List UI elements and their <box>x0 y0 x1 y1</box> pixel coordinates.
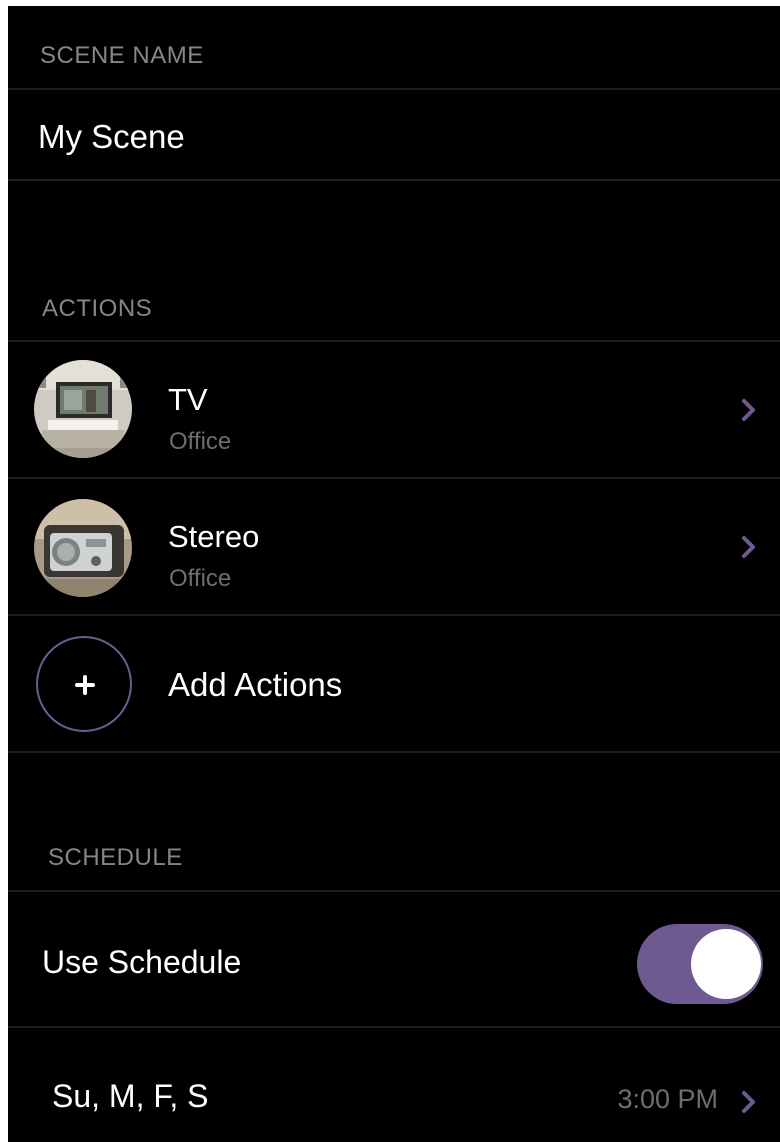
action-room: Office <box>169 428 232 455</box>
section-label-schedule: SCHEDULE <box>48 844 183 871</box>
chevron-right-icon <box>742 536 755 558</box>
scene-editor-screen: SCENE NAME My Scene ACTIONS TV Office St… <box>8 6 780 1142</box>
section-label-scene-name: SCENE NAME <box>40 42 204 69</box>
tv-thumbnail-icon <box>34 360 132 458</box>
use-schedule-label: Use Schedule <box>42 944 242 980</box>
plus-icon <box>36 636 132 732</box>
action-row-tv[interactable]: TV Office <box>8 342 780 478</box>
use-schedule-toggle[interactable] <box>637 924 763 1004</box>
toggle-knob <box>691 929 761 999</box>
scene-name-field[interactable]: My Scene <box>8 90 780 180</box>
schedule-time: 3:00 PM <box>617 1084 718 1114</box>
section-label-actions: ACTIONS <box>42 295 153 322</box>
stereo-thumbnail-icon <box>34 499 132 597</box>
add-actions-button[interactable]: Add Actions <box>8 616 780 752</box>
schedule-days: Su, M, F, S <box>52 1078 209 1114</box>
schedule-days-row[interactable]: Su, M, F, S 3:00 PM <box>8 1028 780 1142</box>
action-title: TV <box>168 382 208 417</box>
chevron-right-icon <box>742 399 755 421</box>
action-row-stereo[interactable]: Stereo Office <box>8 479 780 615</box>
action-title: Stereo <box>168 519 260 554</box>
action-room: Office <box>169 565 232 592</box>
add-actions-label: Add Actions <box>168 666 343 703</box>
chevron-right-icon <box>742 1091 755 1113</box>
divider <box>8 751 780 753</box>
divider <box>8 179 780 181</box>
scene-name-value: My Scene <box>38 118 185 155</box>
